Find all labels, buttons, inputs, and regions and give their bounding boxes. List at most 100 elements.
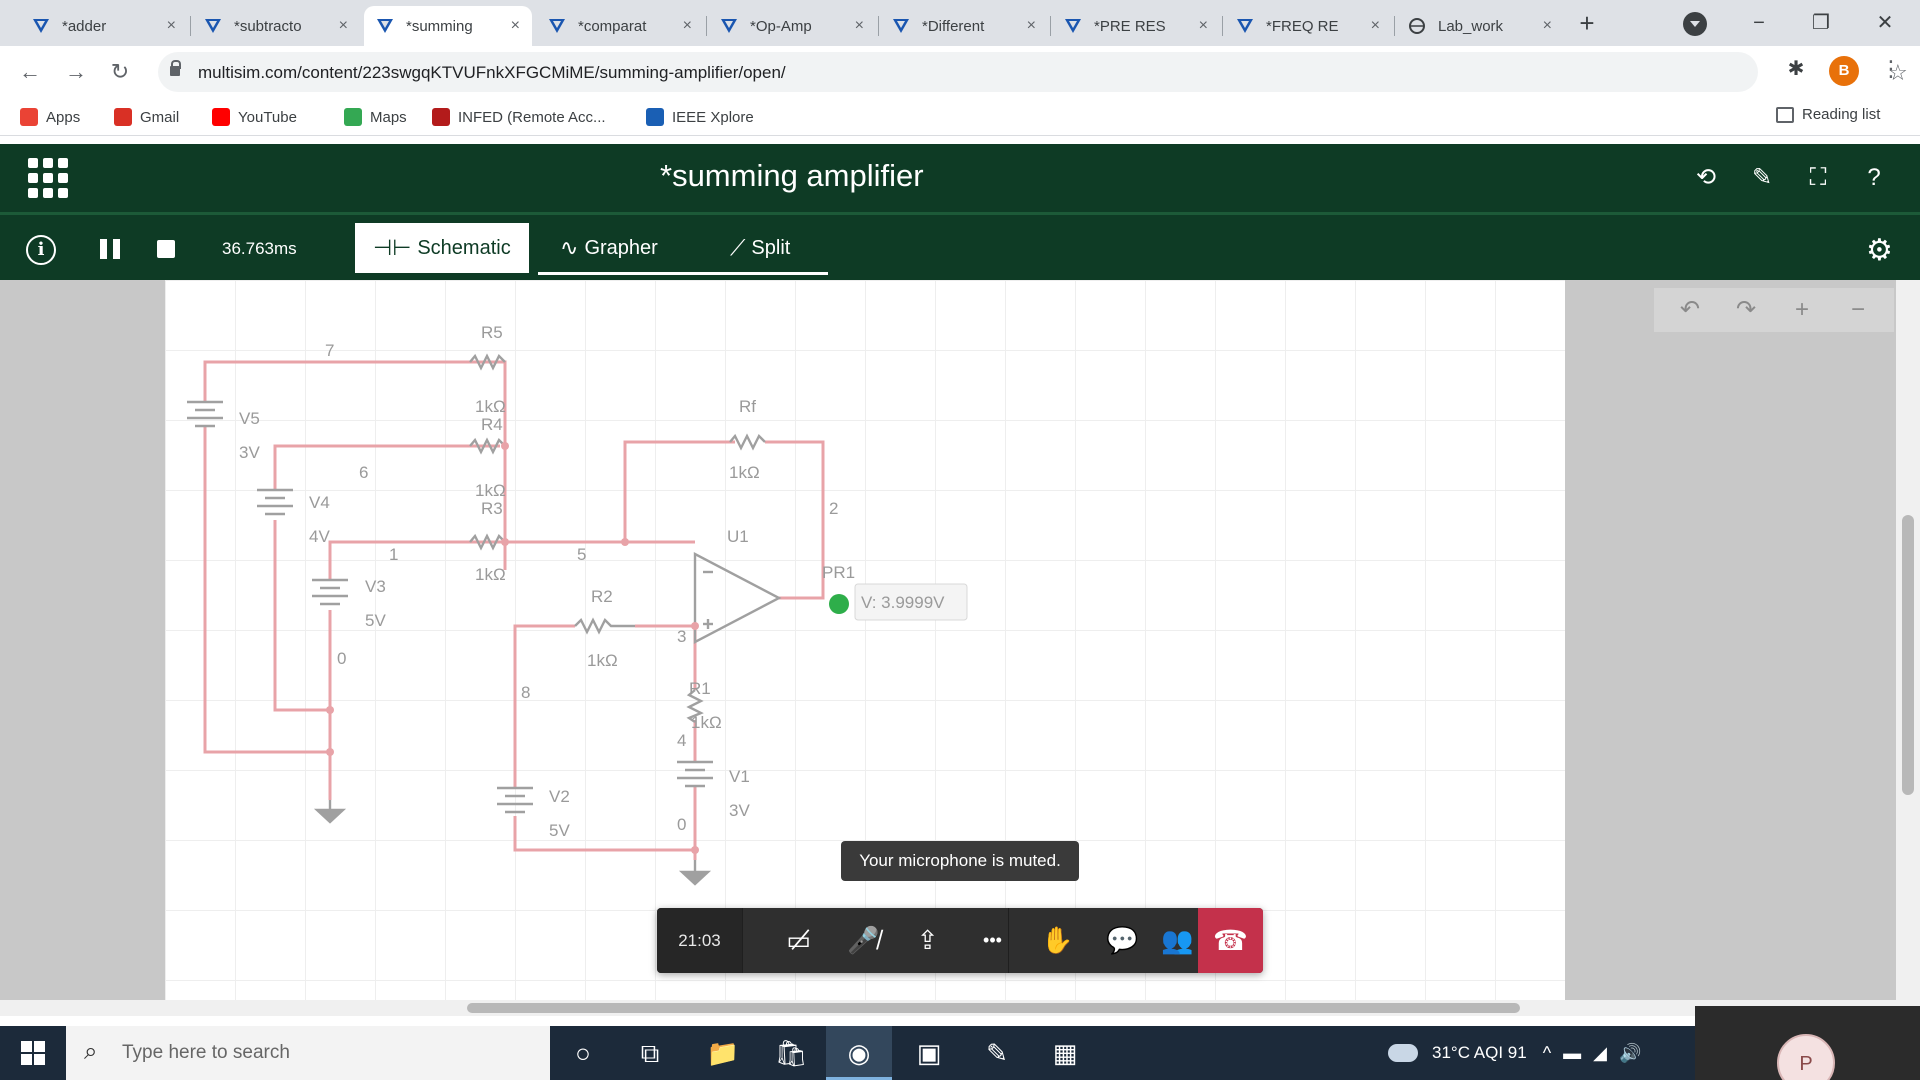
tab-close-icon[interactable]: × xyxy=(167,17,176,35)
browser-tab[interactable]: *PRE RES × xyxy=(1052,6,1220,46)
store-icon[interactable]: 🛍 xyxy=(758,1026,824,1080)
tab-split[interactable]: ⟋ Split xyxy=(712,223,808,273)
profile-avatar[interactable]: B xyxy=(1829,56,1859,86)
vertical-scroll-thumb[interactable] xyxy=(1902,515,1914,795)
taskbar-search-box[interactable]: ⌕ Type here to search xyxy=(66,1026,550,1080)
tab-search-icon[interactable] xyxy=(1683,12,1707,36)
self-video-tile[interactable]: P xyxy=(1695,1006,1920,1080)
help-icon[interactable]: ? xyxy=(1858,162,1890,194)
fullscreen-icon[interactable]: ⛶ xyxy=(1802,162,1834,194)
opamp-u1[interactable] xyxy=(693,552,782,644)
chrome-icon[interactable]: ◉ xyxy=(826,1026,892,1080)
vertical-scrollbar[interactable] xyxy=(1896,280,1920,1000)
weather-text[interactable]: 31°C AQI 91 xyxy=(1432,1043,1527,1063)
browser-tab[interactable]: *adder × xyxy=(20,6,188,46)
file-explorer-icon[interactable]: 📁 xyxy=(690,1026,756,1080)
bookmark-item[interactable]: YouTube xyxy=(212,106,297,128)
battery-v2[interactable] xyxy=(497,786,533,814)
close-window-button[interactable]: ✕ xyxy=(1862,6,1908,40)
resistor-rf[interactable] xyxy=(729,433,766,451)
value-v3: 5V xyxy=(365,611,386,630)
zoom-in-button[interactable]: + xyxy=(1782,294,1822,326)
tab-close-icon[interactable]: × xyxy=(339,17,348,35)
browser-menu-icon[interactable]: ⋮ xyxy=(1880,56,1902,82)
tab-grapher[interactable]: ∿ Grapher xyxy=(542,223,676,273)
info-icon[interactable]: i xyxy=(26,235,56,265)
browser-tab[interactable]: *summing × xyxy=(364,6,532,46)
forward-button[interactable]: → xyxy=(60,56,92,88)
battery-v5[interactable] xyxy=(187,400,223,428)
extensions-icon[interactable]: ✱ xyxy=(1783,56,1809,82)
browser-tab[interactable]: *FREQ RE × xyxy=(1224,6,1392,46)
weather-icon[interactable] xyxy=(1388,1044,1418,1062)
reading-list-button[interactable]: Reading list xyxy=(1776,106,1880,123)
redo-button[interactable]: ↷ xyxy=(1726,294,1766,326)
browser-tab[interactable]: *Op-Amp × xyxy=(708,6,876,46)
horizontal-scroll-thumb[interactable] xyxy=(467,1003,1520,1013)
network-icon[interactable]: ◢ xyxy=(1593,1043,1607,1064)
tab-close-icon[interactable]: × xyxy=(511,17,520,35)
schematic-canvas[interactable]: V: 3.9999V PR1 R5 1kΩ R4 1kΩ R3 1kΩ Rf 1… xyxy=(165,280,1565,1000)
tab-schematic[interactable]: ⊣⊢ Schematic xyxy=(355,223,529,273)
zoom-out-button[interactable]: − xyxy=(1838,294,1878,326)
tab-close-icon[interactable]: × xyxy=(1027,17,1036,35)
tab-close-icon[interactable]: × xyxy=(1199,17,1208,35)
bookmark-item[interactable]: Gmail xyxy=(114,106,179,128)
net-label: 7 xyxy=(325,341,334,360)
bookmark-item[interactable]: Apps xyxy=(20,106,80,128)
probe-marker[interactable] xyxy=(829,594,849,614)
multisim-favicon-icon xyxy=(32,17,50,35)
new-tab-button[interactable]: + xyxy=(1573,10,1601,38)
battery-v4[interactable] xyxy=(257,488,293,516)
browser-tab[interactable]: *subtracto × xyxy=(192,6,360,46)
tab-close-icon[interactable]: × xyxy=(1543,17,1552,35)
lock-icon[interactable] xyxy=(170,60,181,76)
start-button[interactable] xyxy=(0,1026,66,1080)
paint-icon[interactable]: ✎ xyxy=(964,1026,1030,1080)
bookmark-item[interactable]: IEEE Xplore xyxy=(646,106,754,128)
share-icon[interactable]: ⟲ xyxy=(1690,162,1722,194)
address-bar[interactable]: multisim.com/content/223swgqKTVUFnkXFGCM… xyxy=(158,52,1908,92)
undo-button[interactable]: ↶ xyxy=(1670,294,1710,326)
bookmark-item[interactable]: INFED (Remote Acc... xyxy=(432,106,606,128)
search-placeholder[interactable]: Type here to search xyxy=(122,1042,290,1064)
browser-tab[interactable]: Lab_work × xyxy=(1396,6,1564,46)
settings-gear-icon[interactable]: ⚙ xyxy=(1866,233,1893,268)
tab-close-icon[interactable]: × xyxy=(683,17,692,35)
stop-simulation-button[interactable] xyxy=(157,240,175,258)
mic-muted-button[interactable]: 🎤̸ xyxy=(831,908,896,973)
browser-tab[interactable]: *comparat × xyxy=(536,6,704,46)
battery-v1[interactable] xyxy=(677,760,713,788)
url-text[interactable]: multisim.com/content/223swgqKTVUFnkXFGCM… xyxy=(198,63,786,83)
net-label: 0 xyxy=(337,649,346,668)
battery-icon[interactable]: ▬ xyxy=(1563,1043,1581,1064)
bookmark-item[interactable]: Maps xyxy=(344,106,407,128)
multisim-favicon-icon xyxy=(1064,17,1082,35)
minimize-button[interactable]: − xyxy=(1736,6,1782,40)
resistor-r2[interactable] xyxy=(574,617,635,635)
raise-hand-button[interactable]: ✋ xyxy=(1025,908,1090,973)
edit-icon[interactable]: ✎ xyxy=(1746,162,1778,194)
show-hidden-icons-icon[interactable]: ^ xyxy=(1543,1043,1551,1064)
camera-off-button[interactable]: ▭̸ xyxy=(766,908,831,973)
task-view-icon[interactable]: ○ xyxy=(550,1026,616,1080)
widgets-icon[interactable]: ⧉ xyxy=(617,1026,683,1080)
reload-button[interactable]: ↻ xyxy=(104,56,136,88)
pause-simulation-button[interactable] xyxy=(98,237,122,261)
battery-v3[interactable] xyxy=(312,578,348,606)
back-button[interactable]: ← xyxy=(14,56,46,88)
app-launcher-grid-icon[interactable] xyxy=(28,158,68,198)
browser-tab[interactable]: *Different × xyxy=(880,6,1048,46)
tab-close-icon[interactable]: × xyxy=(855,17,864,35)
volume-icon[interactable]: 🔊 xyxy=(1619,1043,1641,1064)
restore-button[interactable]: ❐ xyxy=(1798,6,1844,40)
schematic-diagram[interactable]: V: 3.9999V PR1 R5 1kΩ R4 1kΩ R3 1kΩ Rf 1… xyxy=(165,280,1565,1000)
teams-icon[interactable]: ▣ xyxy=(896,1026,962,1080)
bookmark-icon xyxy=(432,108,450,126)
photos-icon[interactable]: ▦ xyxy=(1032,1026,1098,1080)
horizontal-scrollbar[interactable] xyxy=(0,1000,1920,1016)
more-options-button[interactable]: ••• xyxy=(960,908,1025,973)
tab-close-icon[interactable]: × xyxy=(1371,17,1380,35)
share-screen-button[interactable]: ⇪ xyxy=(895,908,960,973)
hang-up-button[interactable]: ☎ xyxy=(1198,908,1263,973)
